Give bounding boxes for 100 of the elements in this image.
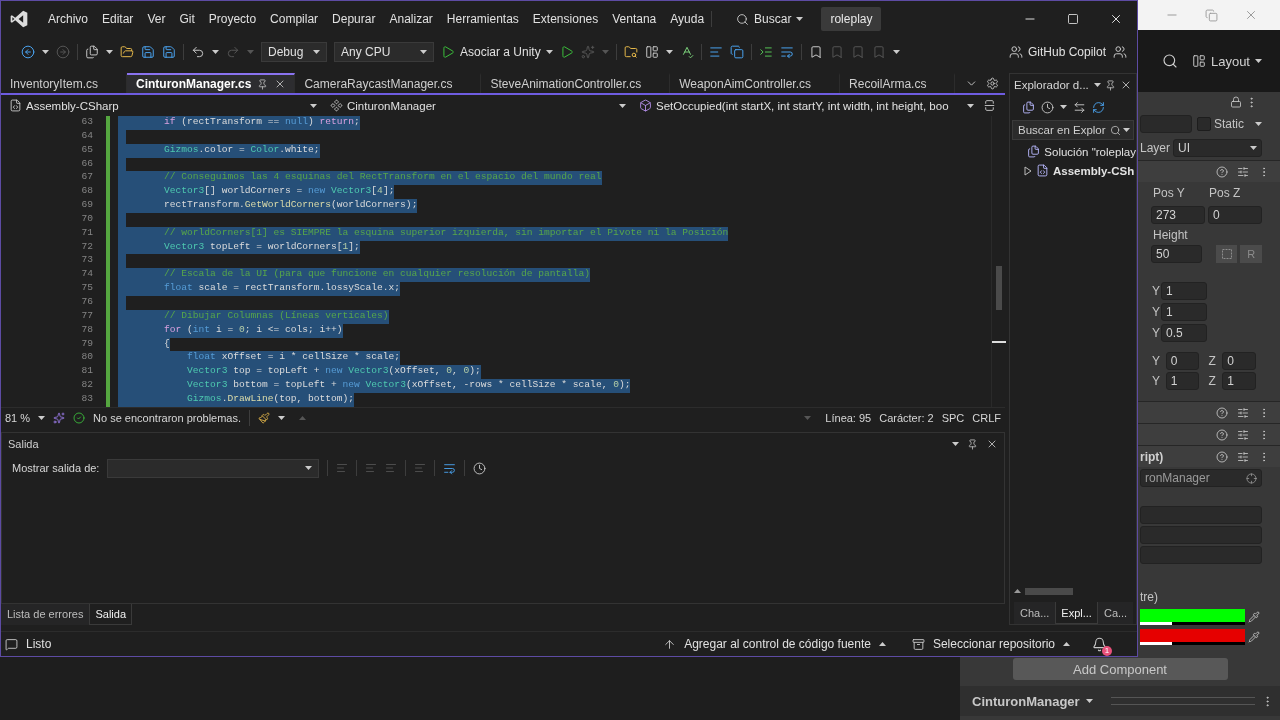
menu-item[interactable]: Editar (95, 12, 141, 26)
word-wrap-icon[interactable] (443, 461, 457, 475)
help-icon[interactable] (1216, 450, 1228, 463)
layout-button[interactable]: Layout (1187, 50, 1266, 72)
menu-item[interactable]: Extensiones (525, 12, 606, 26)
search-icon[interactable] (1161, 53, 1178, 69)
source-control-button[interactable]: Agregar al control de código fuente (684, 637, 871, 651)
panel-tab[interactable]: Cha... (1014, 602, 1056, 624)
close-icon[interactable] (1120, 79, 1132, 91)
sliders-icon[interactable] (1237, 165, 1249, 178)
panel-tab[interactable]: Ca... (1097, 602, 1134, 624)
lock-icon[interactable] (1230, 96, 1242, 108)
line-ending-indicator[interactable]: CRLF (972, 411, 1001, 424)
expand-arrow-icon[interactable] (1024, 165, 1032, 176)
undo-icon[interactable] (191, 45, 205, 59)
close-icon[interactable] (1109, 12, 1123, 26)
indent-icon[interactable] (758, 45, 773, 59)
menu-item[interactable]: Archivo (41, 12, 95, 26)
new-item-icon[interactable] (85, 45, 99, 59)
search-button[interactable]: Buscar (728, 12, 812, 26)
save-all-icon[interactable] (162, 45, 176, 59)
window-layout-icon[interactable] (644, 45, 659, 59)
configuration-dropdown[interactable]: Debug (261, 42, 327, 62)
column-indicator[interactable]: Carácter: 2 (879, 411, 934, 424)
number-field[interactable]: 0 (1208, 206, 1262, 224)
bell-icon[interactable] (1092, 636, 1107, 652)
tree-item[interactable]: Assembly-CSh (1053, 164, 1135, 177)
play-outline-icon[interactable] (559, 45, 574, 59)
sliders-icon[interactable] (1237, 450, 1249, 463)
menu-item[interactable]: Ver (140, 12, 173, 26)
issues-status[interactable]: No se encontraron problemas. (93, 411, 242, 424)
sliders-icon[interactable] (1237, 406, 1249, 419)
menu-item[interactable]: Git (172, 12, 202, 26)
add-component-button[interactable]: Add Component (1012, 658, 1228, 680)
whitespace-indicator[interactable]: SPC (941, 411, 965, 424)
maximize-icon[interactable] (1067, 13, 1079, 25)
run-button[interactable]: Asociar a Unity (441, 45, 553, 59)
number-field[interactable]: 50 (1151, 245, 1203, 263)
help-icon[interactable] (1216, 406, 1228, 419)
number-field[interactable]: 0 (1222, 352, 1256, 370)
platform-dropdown[interactable]: Any CPU (334, 42, 434, 62)
clock-icon[interactable] (473, 461, 487, 475)
sliders-icon[interactable] (1237, 428, 1249, 441)
pin-icon[interactable] (257, 78, 269, 90)
comment-icon[interactable] (708, 45, 723, 59)
copilot-button[interactable]: GitHub Copilot (1008, 45, 1106, 59)
history-icon[interactable] (1041, 100, 1054, 114)
zoom-level[interactable]: 81 % (5, 411, 31, 424)
pin-icon[interactable] (1105, 79, 1116, 91)
number-field[interactable]: 273 (1151, 206, 1205, 224)
target-icon[interactable] (1246, 472, 1257, 484)
tree-item[interactable]: Solución "roleplay (1044, 145, 1136, 158)
panel-tab[interactable]: Expl... (1055, 602, 1098, 624)
search-field[interactable]: Buscar en Explor (1012, 120, 1134, 140)
close-icon[interactable] (986, 438, 998, 450)
layer-dropdown[interactable]: UI (1173, 139, 1262, 157)
help-icon[interactable] (1216, 165, 1228, 178)
number-field[interactable]: 1 (1161, 281, 1207, 300)
number-field[interactable]: 1 (1165, 372, 1200, 390)
menu-item[interactable]: Compilar (263, 12, 326, 26)
wrap-icon[interactable] (779, 45, 794, 59)
footer-title[interactable]: CinturonManager (972, 693, 1080, 709)
feedback-icon[interactable] (1113, 45, 1127, 59)
number-field[interactable]: 1 (1161, 302, 1207, 321)
save-icon[interactable] (141, 45, 155, 59)
sync-icon[interactable] (1073, 100, 1086, 114)
settings-icon[interactable] (986, 76, 999, 90)
menu-item[interactable]: Ventana (605, 12, 664, 26)
pin-icon[interactable] (967, 438, 978, 450)
sparkle-icon[interactable] (53, 411, 66, 424)
number-field[interactable]: 0 (1165, 352, 1200, 370)
solution-view-icon[interactable] (1022, 100, 1035, 114)
footer-field[interactable] (1110, 697, 1255, 705)
line-indicator[interactable]: Línea: 95 (825, 411, 872, 424)
menu-item[interactable]: Depurar (325, 12, 383, 26)
bookmark-icon[interactable] (808, 45, 823, 59)
number-field[interactable]: 1 (1222, 372, 1256, 390)
eyedropper-icon[interactable] (1248, 631, 1260, 643)
refresh-icon[interactable] (1092, 100, 1105, 114)
number-field[interactable]: 0.5 (1161, 323, 1207, 342)
repository-button[interactable]: Seleccionar repositorio (932, 637, 1055, 651)
folder-search-icon[interactable] (623, 45, 638, 59)
search-icon[interactable] (1110, 124, 1121, 136)
open-folder-icon[interactable] (120, 45, 134, 59)
file-tab[interactable]: CinturonManager.cs (127, 73, 296, 93)
blueprint-button[interactable] (1215, 245, 1238, 263)
brush-icon[interactable] (258, 411, 271, 424)
panel-tab[interactable]: Lista de errores (1, 604, 90, 625)
menu-item[interactable]: Herramientas (439, 12, 526, 26)
copy-icon[interactable] (729, 45, 744, 59)
eyedropper-icon[interactable] (1248, 611, 1260, 623)
menu-item[interactable]: Proyecto (201, 12, 264, 26)
menu-item[interactable]: Analizar (382, 12, 440, 26)
help-icon[interactable] (1216, 428, 1228, 441)
back-icon[interactable] (21, 45, 35, 59)
panel-tab[interactable]: Salida (89, 604, 132, 625)
script-field[interactable]: ronManager (1140, 469, 1262, 487)
static-checkbox[interactable] (1197, 117, 1211, 131)
split-icon[interactable] (983, 99, 996, 112)
menu-item[interactable]: Ayuda (663, 12, 712, 26)
